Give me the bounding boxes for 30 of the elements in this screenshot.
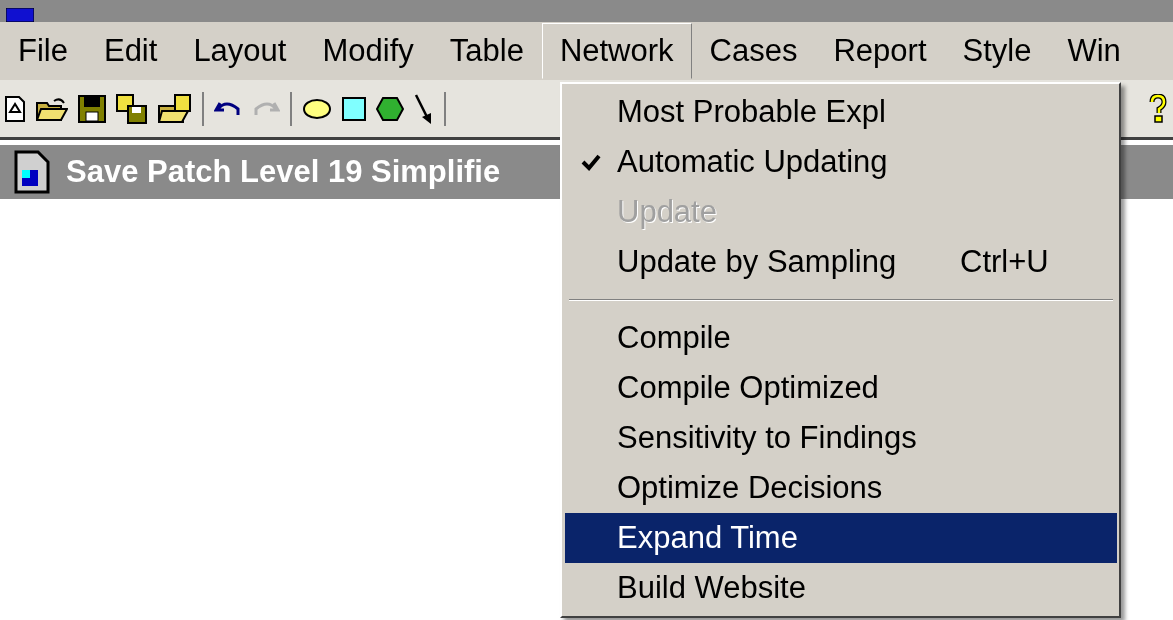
menu-item[interactable]: Report [815, 23, 945, 79]
help-icon[interactable] [1149, 93, 1167, 124]
menu-option[interactable]: Expand Time [565, 513, 1117, 563]
document-icon [14, 150, 50, 194]
menu-option[interactable]: Update by Sampling Ctrl+U [565, 237, 1117, 287]
menu-item[interactable]: Style [944, 23, 1050, 79]
hexagon-icon[interactable] [376, 96, 404, 121]
save-as-icon[interactable] [116, 93, 148, 124]
menu-item[interactable]: Layout [175, 23, 305, 79]
menu-option[interactable]: Optimize Decisions [565, 463, 1117, 513]
new-file-icon[interactable] [4, 94, 26, 123]
menu-option[interactable]: Compile Optimized [565, 363, 1117, 413]
menu-item[interactable]: Cases [691, 23, 816, 79]
menu-item[interactable]: Table [431, 23, 542, 79]
menu-item[interactable]: Network [541, 23, 692, 79]
menu-option[interactable]: Compile [565, 313, 1117, 363]
square-icon[interactable] [342, 96, 366, 121]
arrow-icon[interactable] [414, 92, 434, 125]
menu-item[interactable]: Edit [85, 23, 176, 79]
menu-item[interactable]: Modify [304, 23, 432, 79]
menu-option[interactable]: Most Probable Expl [565, 87, 1117, 137]
menu-item[interactable]: Win [1049, 23, 1139, 79]
menu-option[interactable]: Sensitivity to Findings [565, 413, 1117, 463]
open-folder-grid-icon[interactable] [158, 93, 192, 124]
menu-item[interactable]: File [0, 23, 86, 79]
menu-option[interactable]: Automatic Updating [565, 137, 1117, 187]
document-title: Save Patch Level 19 Simplifie [66, 152, 501, 191]
save-icon[interactable] [78, 94, 106, 123]
menu-option[interactable]: Build Website [565, 563, 1117, 613]
ellipse-icon[interactable] [302, 97, 332, 120]
